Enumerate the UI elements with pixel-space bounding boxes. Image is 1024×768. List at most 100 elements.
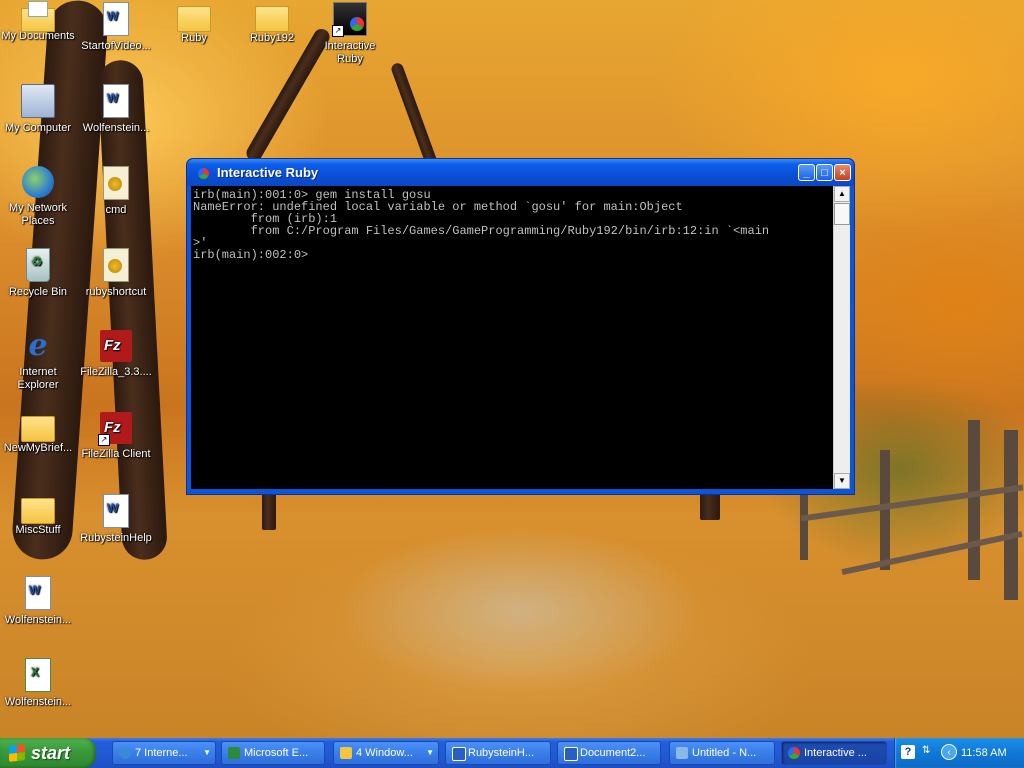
folder-icon [340,747,352,759]
close-button[interactable]: × [834,164,851,181]
taskbar-item-microsoft-excel[interactable]: Microsoft E... [221,741,325,765]
desktop-icon-filezilla-installer[interactable]: FileZilla_3.3.... [78,330,154,379]
desktop-icon-newmybrief[interactable]: NewMyBrief... [0,412,76,455]
desktop-icon-label: Recycle Bin [8,286,68,298]
clock[interactable]: 11:58 AM [961,738,1007,768]
taskbar-item-label: 4 Window... [356,747,413,759]
desktop-icon-label: MiscStuff [15,524,61,536]
text-document-icon [25,576,51,610]
jpg-image-icon [103,248,129,282]
desktop-icon-my-network-places[interactable]: My Network Places [0,166,76,228]
desktop-icon-label: cmd [105,204,127,216]
wallpaper-fence-post [1004,430,1018,600]
folder-icon [255,6,289,32]
minimize-button[interactable]: _ [798,164,815,181]
chevron-down-icon: ▼ [203,748,211,757]
desktop-icon-miscstuff[interactable]: MiscStuff [0,494,76,537]
word-icon [452,747,466,761]
my-documents-icon [21,1,55,32]
taskbar-item-label: Microsoft E... [244,747,309,759]
interactive-ruby-icon [788,747,800,759]
desktop-icon-label: RubysteinHelp [80,532,152,544]
taskbar-item-label: Document2... [580,747,646,759]
console-prompt-line: irb(main):002:0> [193,248,309,262]
wallpaper-fence-post [968,420,980,580]
interactive-ruby-icon[interactable] [198,168,209,179]
filezilla-icon [100,330,132,362]
wallpaper-tree-far [262,490,276,530]
start-button[interactable]: start [0,738,96,768]
maximize-button[interactable]: □ [816,164,833,181]
desktop-icon-startofvideo[interactable]: StartofVideo... [78,2,154,53]
internet-explorer-icon: e [28,328,48,363]
taskbar-item-internet-explorer[interactable]: 7 Interne... ▼ [112,741,216,765]
shortcut-arrow-icon: ↗ [332,25,344,37]
scroll-thumb[interactable] [834,203,850,225]
vertical-scrollbar[interactable]: ▲ ▼ [833,186,850,489]
jpg-image-icon [103,166,129,200]
taskbar-item-label: 7 Interne... [135,747,188,759]
desktop-icon-label: Ruby192 [249,32,295,44]
folder-icon [177,6,211,32]
scroll-down-button[interactable]: ▼ [834,473,850,489]
desktop-icon-ruby[interactable]: Ruby [156,2,232,45]
notepad-icon [676,747,688,759]
wallpaper-fence-post [800,490,808,560]
scroll-up-button[interactable]: ▲ [834,186,850,202]
taskbar-item-rubysteinhelp[interactable]: RubysteinH... [445,741,551,765]
help-icon[interactable]: ? [901,745,915,759]
desktop-icon-label: FileZilla Client [81,448,151,460]
chevron-down-icon: ▼ [426,748,434,757]
windows-logo-icon [9,744,25,762]
desktop-icon-wolfenstein-excel[interactable]: Wolfenstein... [0,658,76,709]
desktop-icon-label: StartofVideo... [81,40,151,52]
taskbar-item-windows-explorer[interactable]: 4 Window... ▼ [333,741,439,765]
taskbar: start 7 Interne... ▼ Microsoft E... 4 Wi… [0,738,1024,768]
desktop-icon-label: FileZilla_3.3.... [80,366,152,378]
excel-icon [228,747,240,759]
taskbar-item-notepad[interactable]: Untitled - N... [669,741,775,765]
word-document-icon [103,494,129,528]
window-title: Interactive Ruby [217,165,319,180]
window-titlebar[interactable]: Interactive Ruby _ □ × [187,159,854,186]
console-line: from C:/Program Files/Games/GameProgramm… [193,224,770,238]
recycle-bin-icon [26,248,50,282]
desktop-icon-interactive-ruby[interactable]: ↗ Interactive Ruby [312,2,388,66]
start-label: start [31,743,71,763]
word-document-icon [103,84,129,118]
word-icon [564,747,578,761]
console-output[interactable]: irb(main):001:0> gem install gosu NameErr… [191,186,833,489]
desktop-icon-recycle-bin[interactable]: Recycle Bin [0,248,76,299]
desktop-icon-ruby192[interactable]: Ruby192 [234,2,310,45]
taskbar-item-document2[interactable]: Document2... [557,741,661,765]
desktop-icon-wolfenstein-text[interactable]: Wolfenstein... [0,576,76,627]
desktop-icon-label: Wolfenstein... [4,614,72,626]
desktop-icon-label: Interactive Ruby [324,40,376,65]
desktop-icon-wolfenstein-word[interactable]: Wolfenstein... [78,84,154,135]
desktop-icon-label: Ruby [181,32,207,44]
excel-document-icon [25,658,51,692]
taskbar-item-interactive-ruby[interactable]: Interactive ... [781,741,887,765]
desktop-icon-internet-explorer[interactable]: e Internet Explorer [0,330,76,392]
desktop-icon-rubysteinhelp[interactable]: RubysteinHelp [78,494,154,545]
desktop-icon-label: NewMyBrief... [3,442,73,454]
taskbar-item-label: RubysteinH... [468,747,535,759]
desktop-icon-filezilla-client[interactable]: ↗ FileZilla Client [78,412,154,461]
desktop-icon-label: My Network Places [8,202,68,227]
folder-icon [21,416,55,442]
my-computer-icon [21,84,55,118]
show-hidden-icons-chevron-icon[interactable]: ‹ [941,744,957,760]
shortcut-arrow-icon: ↗ [98,434,110,446]
desktop-icon-label: rubyshortcut [85,286,147,298]
interactive-ruby-window[interactable]: Interactive Ruby _ □ × irb(main):001:0> … [186,158,855,495]
network-connection-icon[interactable]: ⇅ [922,745,936,759]
desktop-icon-rubyshortcut[interactable]: rubyshortcut [78,248,154,299]
desktop-icon-label: Wolfenstein... [4,696,72,708]
desktop-icon-my-computer[interactable]: My Computer [0,84,76,135]
desktop-icon-my-documents[interactable]: My Documents [0,1,76,43]
word-document-icon [103,2,129,36]
desktop-icon-label: Wolfenstein... [82,122,150,134]
desktop[interactable]: My Documents My Computer My Network Plac… [0,0,1024,738]
wallpaper-fence-rail [841,530,1023,576]
desktop-icon-cmd[interactable]: cmd [78,166,154,217]
